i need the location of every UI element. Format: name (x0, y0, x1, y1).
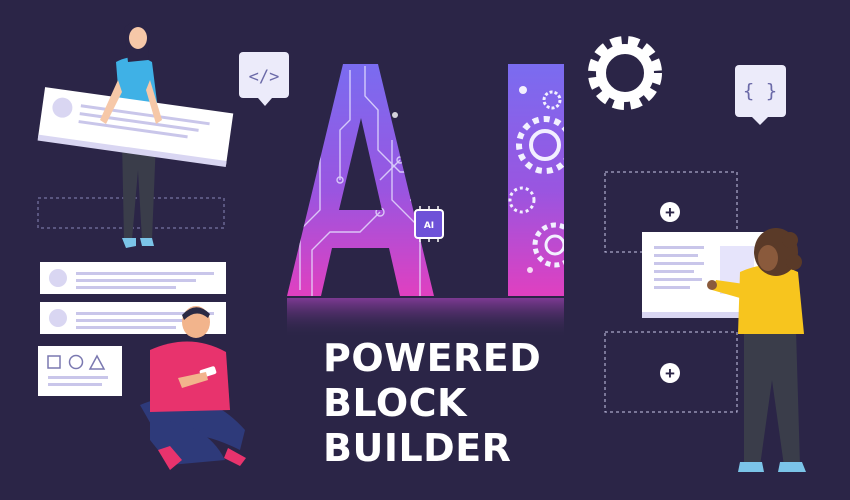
code-bubble-text: </> (249, 67, 280, 87)
microchip-icon: AI (414, 206, 444, 242)
list-card (40, 262, 226, 294)
code-bubble-icon: </> (239, 52, 289, 106)
plus-symbol: + (665, 364, 675, 383)
gear-icon (588, 36, 662, 110)
braces-bubble-text: { } (743, 80, 777, 102)
headline-line-2: BLOCK (323, 381, 467, 425)
ai-letters: AI (287, 64, 564, 338)
shapes-card (38, 346, 122, 396)
plus-icon: + (660, 202, 680, 222)
plus-icon: + (660, 363, 680, 383)
headline-line-1: POWERED (323, 336, 542, 380)
ai-reflection (287, 298, 564, 338)
braces-bubble-icon: { } (735, 65, 786, 125)
letter-a (287, 64, 434, 296)
woman-carrying-card (37, 21, 234, 248)
chip-label: AI (424, 221, 434, 231)
empty-block-slot: + (604, 331, 738, 413)
headline-line-3: BUILDER (323, 426, 512, 470)
hero-banner: AI </> { } + + POWERED BLOCK BUILDER (0, 0, 850, 500)
plus-symbol: + (665, 203, 675, 222)
letter-i (508, 64, 564, 296)
headline: POWERED BLOCK BUILDER (323, 336, 541, 471)
